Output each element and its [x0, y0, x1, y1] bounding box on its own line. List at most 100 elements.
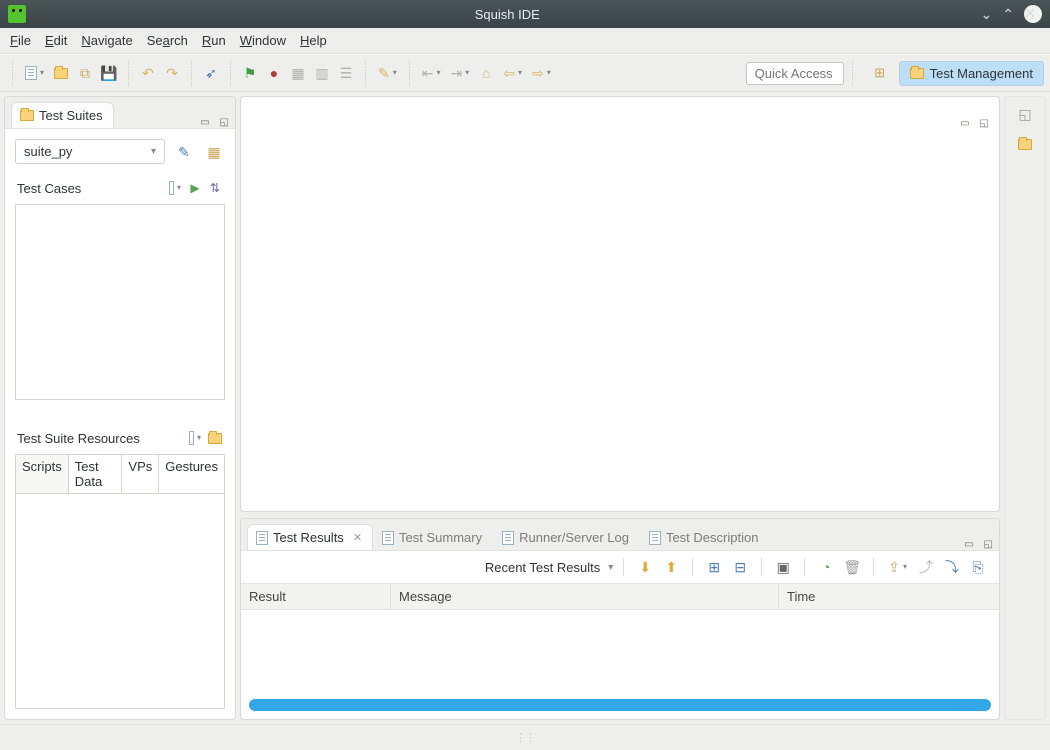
workspace: Test Suites ▭ ◱ suite_py ▾ ✎ ▦ Test Case… — [0, 92, 1050, 724]
record-button[interactable]: ● — [263, 62, 285, 84]
screenshot-button[interactable]: ▣ — [772, 556, 794, 578]
menu-help[interactable]: Help — [300, 33, 327, 48]
export-button[interactable]: ⇪ — [884, 556, 911, 578]
tab-test-summary[interactable]: Test Summary — [373, 524, 493, 550]
chevron-down-icon[interactable]: ▾ — [608, 562, 613, 573]
editor-area[interactable]: ▭ ◱ — [240, 96, 1000, 512]
undo-button[interactable]: ↶ — [137, 62, 159, 84]
new-button[interactable] — [21, 62, 48, 84]
chevron-down-icon: ▾ — [151, 146, 156, 157]
pointer-button[interactable]: ➶ — [200, 62, 222, 84]
paste-button[interactable] — [50, 62, 72, 84]
page-icon — [382, 531, 394, 545]
menu-navigate[interactable]: Navigate — [81, 33, 132, 48]
run-testcase-button[interactable]: ▶ — [185, 178, 205, 198]
back-button[interactable]: ⇦ — [499, 62, 526, 84]
up-arrow-button[interactable]: ⬆ — [660, 556, 682, 578]
results-body[interactable] — [241, 610, 999, 691]
tab-test-description[interactable]: Test Description — [640, 524, 769, 550]
recent-results-label: Recent Test Results — [485, 560, 600, 575]
new-testcase-button[interactable] — [165, 178, 185, 198]
toolbar-separator — [407, 60, 412, 86]
toolbar-separator — [804, 558, 805, 576]
test-cases-label: Test Cases — [17, 181, 165, 196]
stacked-view-button[interactable] — [1014, 133, 1036, 155]
toolbar-separator — [623, 558, 624, 576]
menu-edit[interactable]: Edit — [45, 33, 67, 48]
toolbar-separator — [126, 60, 131, 86]
column-message[interactable]: Message — [391, 584, 779, 609]
suite-settings-button[interactable]: ✎ — [173, 141, 195, 163]
save-button[interactable]: 💾 — [98, 62, 120, 84]
collapse-all-button[interactable]: ⊟ — [729, 556, 751, 578]
sort-testcase-button[interactable]: ⇅ — [205, 178, 225, 198]
flag-button[interactable]: ⚑ — [239, 62, 261, 84]
window-minimize-icon[interactable]: ⌄ — [981, 6, 993, 23]
tab-test-data[interactable]: Test Data — [69, 455, 123, 493]
folder-icon — [54, 68, 68, 79]
tab-scripts[interactable]: Scripts — [16, 455, 69, 493]
column-time[interactable]: Time — [779, 584, 999, 609]
page-icon — [169, 181, 174, 195]
sash-grip-icon[interactable]: ⋮⋮ — [515, 731, 535, 744]
toolbar-separator — [761, 558, 762, 576]
suite-table-button[interactable]: ▦ — [203, 141, 225, 163]
menu-window[interactable]: Window — [240, 33, 286, 48]
down-arrow-button[interactable]: ⬇ — [634, 556, 656, 578]
open-perspective-button[interactable]: ⊞ — [869, 62, 891, 84]
resource-tabs: Scripts Test Data VPs Gestures — [15, 454, 225, 494]
home-button[interactable]: ⌂ — [475, 62, 497, 84]
grid3-button[interactable]: ☰ — [335, 62, 357, 84]
close-tab-icon[interactable]: ✕ — [353, 531, 362, 544]
results-tabbar: Test Results ✕ Test Summary Runner/Serve… — [241, 519, 999, 551]
menu-file[interactable]: File — [10, 33, 31, 48]
tab-label: Runner/Server Log — [519, 530, 629, 545]
export3-button[interactable]: ⤵ — [941, 556, 963, 578]
menu-run[interactable]: Run — [202, 33, 226, 48]
test-cases-list[interactable] — [15, 204, 225, 400]
menu-search[interactable]: Search — [147, 33, 188, 48]
tab-test-suites[interactable]: Test Suites — [11, 102, 114, 128]
pie-button[interactable]: ◔ — [815, 556, 837, 578]
test-results-view: Test Results ✕ Test Summary Runner/Serve… — [240, 518, 1000, 720]
grid2-button[interactable]: ▥ — [311, 62, 333, 84]
stepright-button[interactable]: ⇥ — [447, 62, 474, 84]
status-bar: ⋮⋮ — [0, 724, 1050, 750]
suite-select[interactable]: suite_py ▾ — [15, 139, 165, 164]
tab-vps[interactable]: VPs — [122, 455, 159, 493]
quick-access-input[interactable] — [746, 62, 844, 85]
window-maximize-icon[interactable]: ⌃ — [1002, 6, 1014, 23]
new-resource-button[interactable] — [185, 428, 205, 448]
open-resource-folder-button[interactable] — [205, 428, 225, 448]
minimize-view-icon[interactable]: ▭ — [964, 539, 973, 550]
export4-button[interactable]: ⎘ — [967, 556, 989, 578]
horizontal-scrollbar[interactable] — [249, 699, 991, 711]
right-trim-stack: ◱ — [1004, 96, 1046, 720]
column-result[interactable]: Result — [241, 584, 391, 609]
maximize-view-icon[interactable]: ◱ — [220, 117, 229, 128]
folder-icon — [1018, 139, 1032, 150]
tab-gestures[interactable]: Gestures — [159, 455, 224, 493]
window-titlebar: Squish IDE ⌄ ⌃ ✕ — [0, 0, 1050, 28]
minimize-view-icon[interactable]: ▭ — [200, 117, 209, 128]
copy-button[interactable]: ⧉ — [74, 62, 96, 84]
maximize-view-icon[interactable]: ◱ — [984, 539, 993, 550]
export2-button[interactable]: ⤴ — [915, 556, 937, 578]
resources-list[interactable] — [15, 494, 225, 709]
tab-test-results[interactable]: Test Results ✕ — [247, 524, 373, 550]
restore-view-icon[interactable]: ◱ — [1014, 103, 1036, 125]
wand-button[interactable]: ✎ — [374, 62, 401, 84]
expand-all-button[interactable]: ⊞ — [703, 556, 725, 578]
window-close-icon[interactable]: ✕ — [1024, 5, 1042, 23]
maximize-view-icon[interactable]: ◱ — [980, 118, 989, 129]
tab-runner-log[interactable]: Runner/Server Log — [493, 524, 640, 550]
redo-button[interactable]: ↷ — [161, 62, 183, 84]
trash-button[interactable]: 🗑 — [841, 556, 863, 578]
stepleft-button[interactable]: ⇤ — [418, 62, 445, 84]
window-title: Squish IDE — [34, 7, 981, 22]
test-management-perspective[interactable]: Test Management — [899, 61, 1044, 86]
page-icon — [25, 66, 37, 80]
pause-grid-button[interactable]: ▦ — [287, 62, 309, 84]
forward-button[interactable]: ⇨ — [528, 62, 555, 84]
minimize-view-icon[interactable]: ▭ — [960, 118, 969, 129]
